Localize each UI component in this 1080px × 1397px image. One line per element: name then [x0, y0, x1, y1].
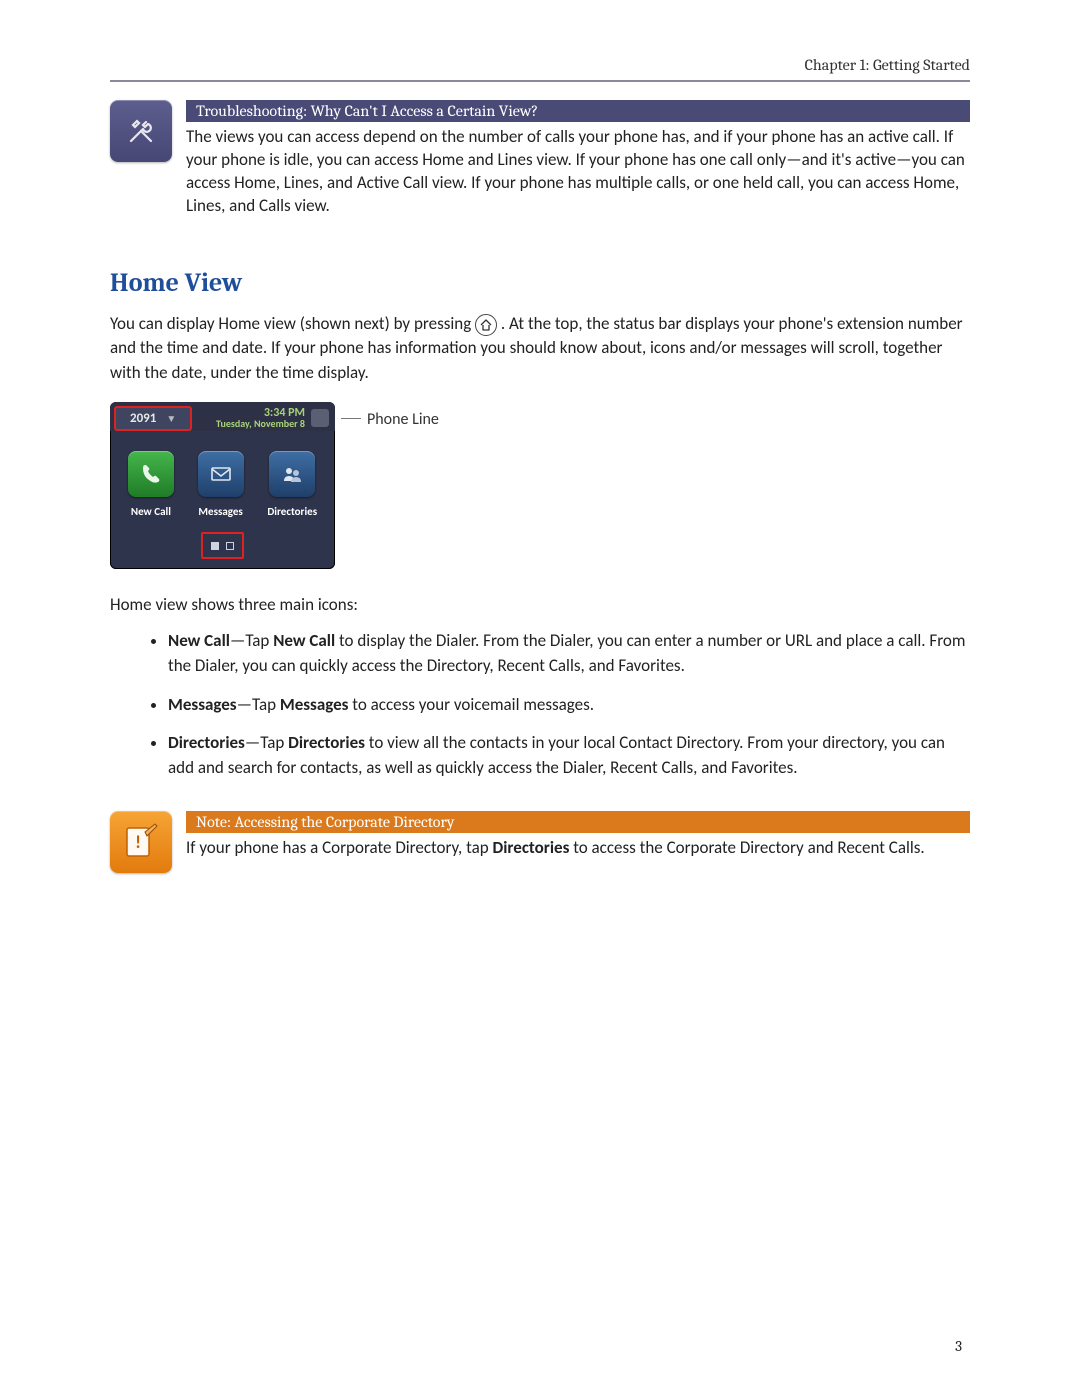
app-directories: Directories: [267, 451, 317, 518]
app-label-new-call: New Call: [128, 505, 174, 518]
note-text-bold: Directories: [493, 837, 570, 858]
home-icon: [475, 314, 497, 336]
caret-down-icon: ▼: [166, 412, 176, 425]
app-label-directories: Directories: [267, 505, 317, 518]
intro-paragraph: You can display Home view (shown next) b…: [110, 312, 970, 386]
callout-troubleshooting: Troubleshooting: Why Can't I Access a Ce…: [110, 100, 970, 218]
note-text-before: If your phone has a Corporate Directory,…: [186, 837, 493, 858]
bullet-rest: to access your voicemail messages.: [348, 694, 594, 715]
app-new-call: New Call: [128, 451, 174, 518]
bullet-dash: —Tap: [230, 630, 273, 651]
leader-line: [341, 418, 361, 419]
bullet-term: Directories: [168, 732, 245, 753]
callout-title: Note: Accessing the Corporate Directory: [186, 811, 970, 833]
avatar-icon: [311, 409, 329, 427]
list-intro: Home view shows three main icons:: [110, 593, 970, 618]
extension-pill: 2091 ▼: [114, 406, 192, 431]
app-label-messages: Messages: [198, 505, 244, 518]
phone-handset-icon: [128, 451, 174, 497]
icon-list: New Call—Tap New Call to display the Dia…: [110, 629, 970, 780]
app-messages: Messages: [198, 451, 244, 518]
envelope-icon: [198, 451, 244, 497]
callout-note: ! Note: Accessing the Corporate Director…: [110, 811, 970, 873]
pager-dot-inactive-icon: [226, 542, 234, 550]
bullet-bold: Messages: [280, 694, 349, 715]
bullet-bold: Directories: [288, 732, 365, 753]
phone-screen: 2091 ▼ 3:34 PM Tuesday, November 8 New C…: [110, 402, 335, 569]
callout-text: The views you can access depend on the n…: [186, 126, 970, 218]
pager-dot-active-icon: [211, 542, 219, 550]
callout-title: Troubleshooting: Why Can't I Access a Ce…: [186, 100, 970, 122]
phone-figure: 2091 ▼ 3:34 PM Tuesday, November 8 New C…: [110, 402, 970, 569]
bullet-dash: —Tap: [245, 732, 288, 753]
note-text-after: to access the Corporate Directory and Re…: [569, 837, 924, 858]
chapter-header: Chapter 1: Getting Started: [110, 56, 970, 74]
callout-text: If your phone has a Corporate Directory,…: [186, 837, 970, 860]
tools-icon: [110, 100, 172, 162]
pager-highlight: [201, 532, 245, 559]
directories-icon: [269, 451, 315, 497]
bullet-bold: New Call: [273, 630, 335, 651]
note-icon: !: [110, 811, 172, 873]
extension-number: 2091: [130, 411, 156, 426]
list-item: New Call—Tap New Call to display the Dia…: [168, 629, 970, 678]
list-item: Messages—Tap Messages to access your voi…: [168, 693, 970, 718]
bullet-term: Messages: [168, 694, 237, 715]
intro-text-before: You can display Home view (shown next) b…: [110, 313, 475, 334]
pager: [110, 526, 335, 569]
phone-line-label: Phone Line: [367, 410, 439, 429]
divider: [110, 80, 970, 82]
list-item: Directories—Tap Directories to view all …: [168, 731, 970, 780]
page-number: 3: [955, 1337, 962, 1355]
svg-text:!: !: [135, 831, 141, 853]
section-heading: Home View: [110, 268, 970, 298]
bullet-dash: —Tap: [237, 694, 280, 715]
phone-status-bar: 2091 ▼ 3:34 PM Tuesday, November 8: [110, 402, 335, 431]
status-date: Tuesday, November 8: [216, 419, 305, 429]
bullet-term: New Call: [168, 630, 230, 651]
